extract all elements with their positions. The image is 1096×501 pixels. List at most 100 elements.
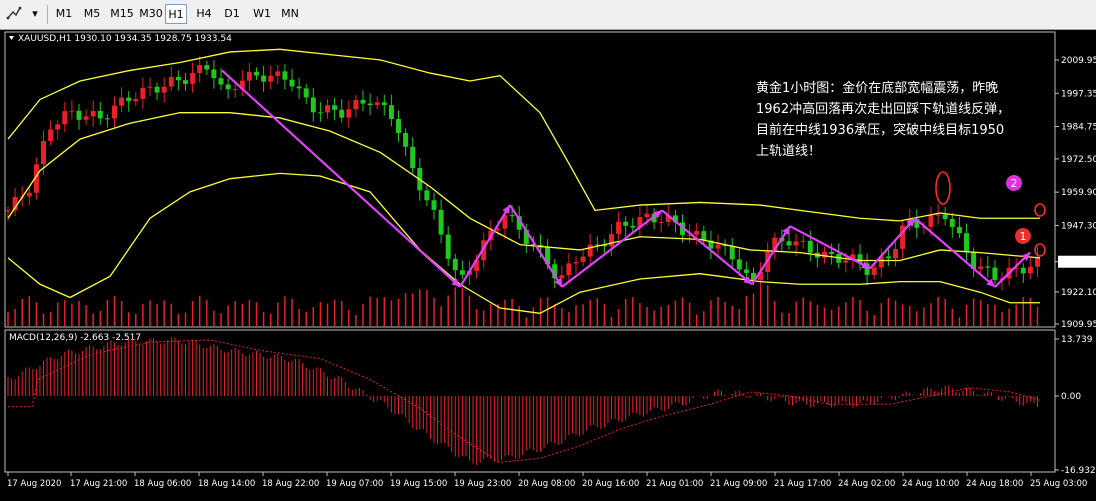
candle-down — [225, 84, 231, 90]
timeframe-d1-button[interactable]: D1 — [221, 4, 243, 24]
timeframe-mn-button[interactable]: MN — [279, 4, 301, 24]
toolbar: ▾ M1 M5 M15 M30 H1 H4 D1 W1 MN — [0, 0, 1096, 30]
chevron-down-icon[interactable]: ▾ — [29, 4, 41, 24]
candle-up — [374, 102, 380, 106]
candle-up — [580, 256, 586, 262]
candle-down — [623, 221, 629, 226]
highlight-ellipse — [1034, 243, 1046, 257]
candle-up — [573, 261, 579, 264]
candle-up — [353, 99, 359, 110]
candle-down — [956, 227, 962, 234]
candle-down — [829, 251, 835, 255]
candle-down — [303, 88, 309, 98]
candle-up — [69, 110, 75, 112]
candle-down — [701, 231, 707, 241]
time-tick-label: 19 Aug 15:00 — [390, 479, 447, 489]
timeframe-h1-button[interactable]: H1 — [165, 4, 187, 24]
annotation-text: 目前在中线1936承压，突破中线目标1950 — [756, 122, 1004, 138]
timeframe-w1-button[interactable]: W1 — [250, 4, 274, 24]
candle-down — [424, 190, 430, 201]
candle-down — [949, 219, 955, 228]
time-tick-label: 21 Aug 09:00 — [710, 479, 767, 489]
price-tick-label: 2009.95 — [1061, 56, 1096, 66]
candle-up — [928, 215, 934, 227]
candle-down — [885, 256, 891, 259]
candle-down — [339, 109, 345, 118]
candle-up — [715, 244, 721, 249]
timeframe-m1-button[interactable]: M1 — [52, 4, 76, 24]
candle-up — [871, 267, 877, 275]
time-tick-label: 19 Aug 23:00 — [454, 479, 511, 489]
time-tick-label: 21 Aug 01:00 — [646, 479, 703, 489]
candle-up — [1027, 266, 1033, 274]
candle-down — [410, 146, 416, 169]
time-tick-label: 20 Aug 08:00 — [518, 479, 575, 489]
candle-down — [97, 110, 103, 119]
candle-down — [254, 71, 259, 76]
candle-up — [161, 86, 167, 93]
candle-down — [183, 80, 188, 84]
timeframe-m15-button[interactable]: M15 — [108, 4, 136, 24]
wave-arrow-line — [509, 204, 563, 288]
candle-up — [566, 263, 572, 276]
wave-arrow-line — [789, 225, 871, 270]
marker-2-label: 2 — [1011, 177, 1018, 190]
timeframe-m5-button[interactable]: M5 — [80, 4, 104, 24]
candle-down — [509, 215, 515, 217]
timeframe-h4-button[interactable]: H4 — [193, 4, 215, 24]
chart-area[interactable]: XAUUSD,H1 1930.10 1934.35 1928.75 1933.5… — [0, 30, 1096, 501]
candle-down — [438, 209, 444, 235]
time-tick-label: 18 Aug 22:00 — [262, 479, 319, 489]
candle-down — [630, 225, 636, 228]
candle-down — [807, 240, 813, 253]
candle-up — [800, 240, 806, 242]
candle-down — [445, 234, 451, 259]
time-tick-label: 24 Aug 02:00 — [838, 479, 895, 489]
candle-down — [786, 241, 792, 246]
macd-tick-label: 13.739 — [1061, 335, 1093, 345]
candle-up — [140, 87, 146, 100]
chart-menu-triangle-icon[interactable] — [9, 36, 14, 40]
timeframe-m30-button[interactable]: M30 — [138, 4, 164, 24]
time-tick-label: 18 Aug 06:00 — [134, 479, 191, 489]
candle-down — [736, 259, 742, 270]
candle-up — [616, 221, 622, 235]
candle-down — [743, 269, 749, 273]
wave-arrow-line — [561, 209, 663, 288]
time-tick-label: 25 Aug 03:00 — [1030, 479, 1087, 489]
candle-up — [325, 105, 330, 113]
price-tick-label: 1972.50 — [1061, 155, 1096, 165]
candle-down — [388, 105, 394, 120]
candle-up — [609, 234, 614, 247]
time-tick-label: 24 Aug 10:00 — [902, 479, 959, 489]
candle-down — [964, 233, 969, 253]
candle-down — [360, 99, 366, 104]
candle-up — [935, 214, 941, 216]
annotation-text: 上轨道线！ — [756, 144, 821, 159]
price-tick-label: 1922.10 — [1061, 288, 1096, 298]
candle-up — [119, 97, 125, 106]
time-tick-label: 17 Aug 21:00 — [70, 479, 127, 489]
marker-1-label: 1 — [1020, 230, 1027, 243]
candle-up — [246, 71, 252, 81]
candle-up — [190, 73, 196, 84]
candle-down — [154, 86, 160, 93]
candle-up — [793, 241, 799, 246]
candle-down — [261, 75, 267, 82]
candle-up — [133, 99, 139, 102]
line-tool-icon[interactable] — [4, 4, 28, 24]
time-tick-label: 24 Aug 18:00 — [966, 479, 1023, 489]
candle-up — [893, 248, 898, 259]
current-price-label: 1933.54 — [1061, 258, 1096, 268]
candle-up — [147, 86, 153, 88]
candle-up — [48, 129, 54, 141]
wave-arrow-line — [751, 225, 791, 285]
candle-down — [175, 76, 181, 81]
candle-up — [644, 213, 650, 218]
time-tick-label: 20 Aug 16:00 — [582, 479, 639, 489]
wave-arrow-line — [459, 204, 511, 288]
candle-down — [317, 112, 323, 114]
candle-down — [729, 246, 735, 260]
candle-up — [90, 110, 96, 117]
wave-arrow-line — [221, 69, 461, 288]
